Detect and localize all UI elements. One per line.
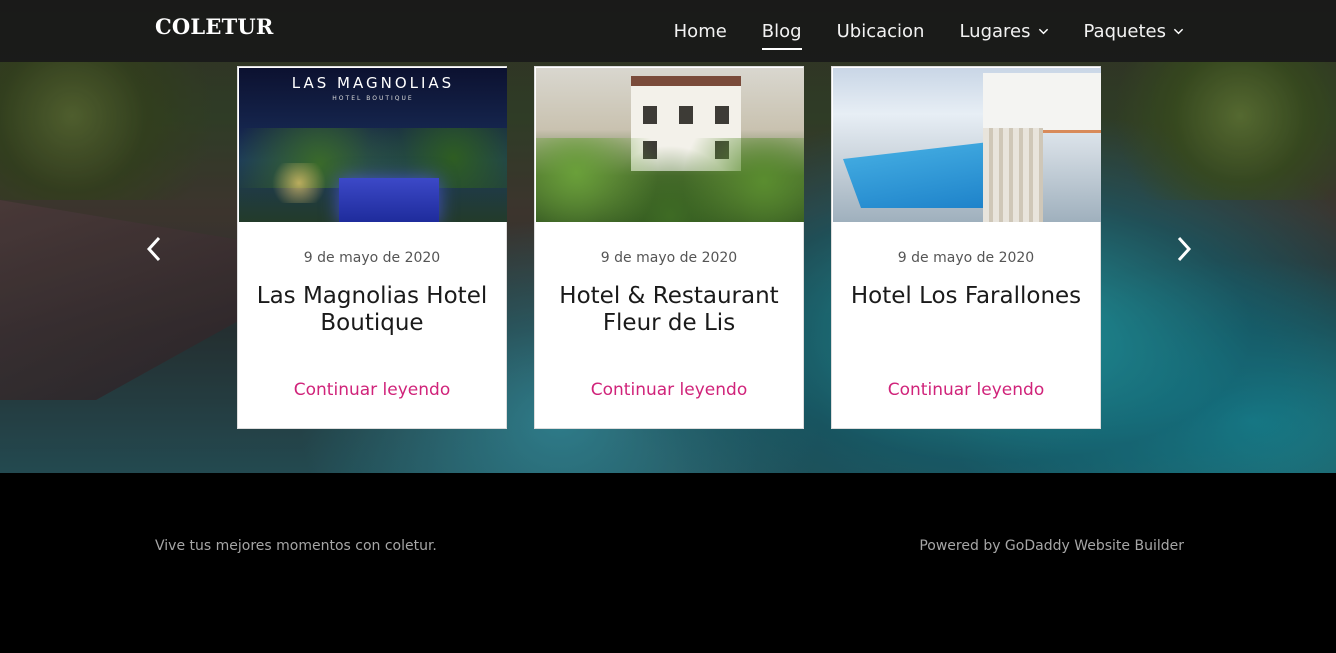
- nav-blog-label: Blog: [761, 20, 802, 42]
- chevron-down-icon: [1173, 28, 1184, 34]
- read-more-link[interactable]: Continuar leyendo: [238, 380, 506, 400]
- nav-lugares-label: Lugares: [959, 20, 1031, 42]
- hotel-logo-text: LAS MAGNOLIAS: [291, 74, 455, 92]
- nav-paquetes-label: Paquetes: [1083, 20, 1167, 42]
- card-title[interactable]: Hotel & Restaurant Fleur de Lis: [549, 283, 789, 337]
- nav-home[interactable]: Home: [674, 16, 727, 46]
- powered-by-link[interactable]: Powered by GoDaddy Website Builder: [919, 538, 1184, 554]
- blog-card[interactable]: 9 de mayo de 2020 Hotel & Restaurant Fle…: [534, 66, 804, 429]
- nav-paquetes[interactable]: Paquetes: [1084, 16, 1185, 46]
- read-more-link[interactable]: Continuar leyendo: [832, 380, 1100, 400]
- nav-ubicacion[interactable]: Ubicacion: [837, 16, 925, 46]
- nav-lugares[interactable]: Lugares: [959, 16, 1048, 46]
- card-image[interactable]: LAS MAGNOLIAS HOTEL BOUTIQUE: [239, 68, 507, 222]
- hotel-logo-subtext: HOTEL BOUTIQUE: [332, 95, 414, 102]
- blog-card[interactable]: 9 de mayo de 2020 Hotel Los Farallones C…: [831, 66, 1101, 429]
- card-date: 9 de mayo de 2020: [897, 250, 1035, 266]
- main-nav: Home Blog Ubicacion Lugares Paquetes: [639, 0, 1184, 62]
- card-date: 9 de mayo de 2020: [303, 250, 441, 266]
- footer-tagline: Vive tus mejores momentos con coletur.: [155, 538, 437, 554]
- card-title[interactable]: Hotel Los Farallones: [846, 283, 1086, 310]
- site-footer: Vive tus mejores momentos con coletur. P…: [0, 473, 1336, 653]
- blog-card[interactable]: LAS MAGNOLIAS HOTEL BOUTIQUE 9 de mayo d…: [237, 66, 507, 429]
- site-header: COLETUR Home Blog Ubicacion Lugares Paqu…: [0, 0, 1336, 62]
- card-image[interactable]: [536, 68, 804, 222]
- card-title[interactable]: Las Magnolias Hotel Boutique: [252, 283, 492, 337]
- chevron-left-icon[interactable]: [144, 236, 164, 262]
- nav-home-label: Home: [673, 20, 727, 42]
- site-logo[interactable]: COLETUR: [155, 14, 274, 39]
- chevron-right-icon[interactable]: [1174, 236, 1194, 262]
- nav-ubicacion-label: Ubicacion: [836, 20, 925, 42]
- read-more-link[interactable]: Continuar leyendo: [535, 380, 803, 400]
- chevron-down-icon: [1038, 28, 1048, 34]
- nav-blog[interactable]: Blog: [761, 16, 802, 50]
- card-image[interactable]: [833, 68, 1101, 222]
- card-date: 9 de mayo de 2020: [600, 250, 738, 266]
